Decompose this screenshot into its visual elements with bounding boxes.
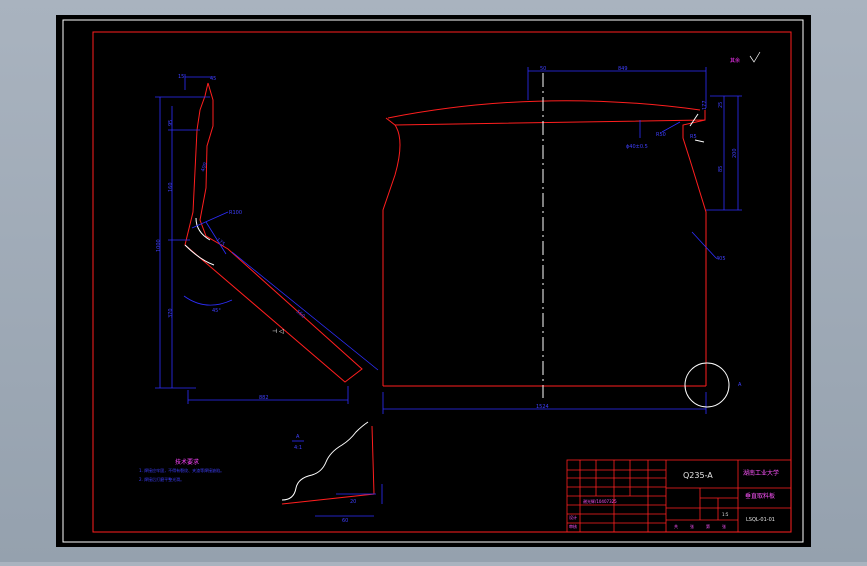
detail-label-scale: 4:1 (294, 445, 302, 451)
tb-footer-2: 张 (690, 523, 694, 529)
dim-text-25: 25 (718, 102, 724, 108)
dim-text-15: 15 (178, 74, 184, 80)
cad-drawing-canvas: 15 45 95 160 400 1000 370 R100 175 45° 5… (56, 15, 811, 547)
dim-text-phi40: ϕ40±0.5 (626, 144, 648, 150)
dim-text-r5: R5 (690, 134, 697, 140)
tech-req-item-1: 1. 焊接应牢固，不得有裂纹、夹渣等焊接缺陷。 (139, 467, 224, 473)
dim-text-1000: 1000 (156, 239, 162, 252)
dim-text-849: 849 (618, 66, 628, 72)
dim-text-160: 160 (168, 182, 174, 192)
tb-school: 湖南工业大学 (743, 469, 779, 477)
tb-part-name: 垂直取料板 (745, 492, 775, 500)
tech-req-heading: 技术要求 (175, 458, 199, 466)
dim-text-r100: R100 (229, 210, 242, 216)
dim-text-45-top: 45 (210, 76, 216, 82)
detail-label-letter: A (296, 434, 300, 440)
tech-req-item-2: 2. 焊接后打磨平整光滑。 (139, 476, 184, 482)
dim-text-200: 200 (732, 148, 738, 158)
dim-text-45-angle: 45° (212, 308, 221, 314)
dim-text-detail-60: 60 (342, 518, 348, 524)
tb-footer-3: 第 (706, 523, 710, 529)
roughness-note-text: 其余 (730, 57, 740, 64)
dim-text-detail-20: 20 (350, 499, 356, 505)
tb-footer-4: 张 (722, 523, 726, 529)
dim-text-r50: R50 (656, 132, 666, 138)
tb-material: Q235-A (683, 471, 713, 480)
dim-text-405: 405 (716, 256, 726, 262)
tb-check: 审核 (569, 523, 577, 529)
tb-designer: 设计 (569, 514, 577, 520)
dim-text-85: 85 (718, 166, 724, 172)
weld-symbol-mark: ⊣ ◁ (272, 328, 284, 335)
dim-text-50: 50 (540, 66, 546, 72)
tb-scale: 1:5 (722, 512, 729, 517)
dim-text-882: 882 (259, 395, 269, 401)
dim-text-1524: 1524 (536, 404, 549, 410)
dim-text-370: 370 (168, 308, 174, 318)
dim-text-177: 177 (702, 100, 708, 110)
tb-footer-1: 共 (674, 523, 678, 529)
dim-text-95: 95 (168, 120, 174, 126)
detail-callout-letter: A (738, 382, 742, 388)
tb-drawing-number: LSQL-01-01 (746, 517, 775, 523)
tb-student-id: 谢光辉/10407325 (583, 498, 617, 504)
cad-viewport: 15 45 95 160 400 1000 370 R100 175 45° 5… (0, 0, 867, 566)
